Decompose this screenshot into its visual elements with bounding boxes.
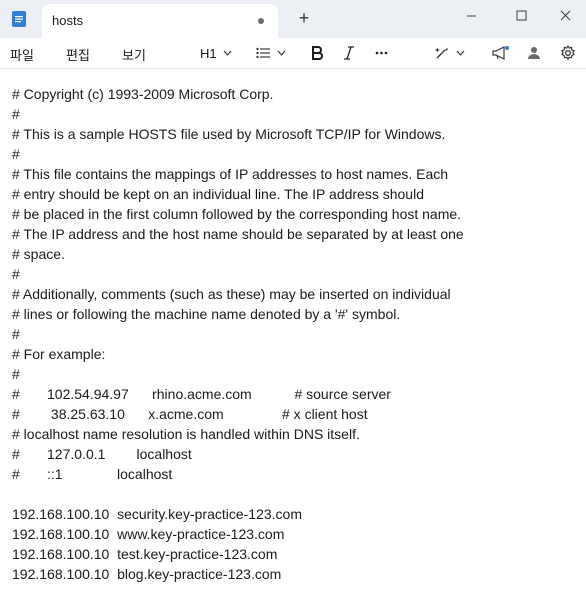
- text-line: # ::1 localhost: [12, 466, 173, 482]
- text-line: 192.168.100.10 test.key-practice-123.com: [12, 546, 278, 562]
- minimize-button[interactable]: [448, 0, 494, 30]
- text-line: #: [12, 146, 20, 162]
- menu-bar: 파일 편집 보기 H1: [0, 38, 586, 69]
- menu-file[interactable]: 파일: [10, 45, 34, 64]
- heading-label: H1: [200, 45, 217, 61]
- text-line: #: [12, 266, 20, 282]
- chevron-down-icon: [456, 50, 465, 56]
- list-dropdown[interactable]: [256, 43, 286, 63]
- title-bar: hosts +: [0, 0, 586, 38]
- text-line: # localhost name resolution is handled w…: [12, 426, 360, 442]
- more-options-button[interactable]: [375, 43, 388, 63]
- bulleted-list-icon: [256, 47, 270, 59]
- text-line: 192.168.100.10 www.key-practice-123.com: [12, 526, 285, 542]
- italic-icon: [344, 46, 354, 60]
- close-button[interactable]: [542, 0, 586, 30]
- bold-button[interactable]: [311, 43, 323, 63]
- text-line: # This file contains the mappings of IP …: [12, 166, 449, 182]
- chevron-down-icon: [277, 50, 286, 56]
- italic-button[interactable]: [343, 43, 355, 63]
- megaphone-icon: [492, 45, 509, 60]
- bold-icon: [312, 46, 323, 60]
- gear-icon: [561, 45, 575, 61]
- text-line: # 102.54.94.97 rhino.acme.com # source s…: [12, 386, 391, 402]
- text-line: #: [12, 106, 20, 122]
- minimize-icon: [466, 15, 476, 16]
- announcements-button[interactable]: [492, 43, 509, 63]
- text-line: # Additionally, comments (such as these)…: [12, 286, 451, 302]
- text-line: 192.168.100.10 blog.key-practice-123.com: [12, 566, 282, 582]
- unsaved-indicator-icon[interactable]: [258, 18, 264, 24]
- account-button[interactable]: [528, 43, 540, 63]
- menu-view[interactable]: 보기: [122, 45, 146, 64]
- text-line: # 127.0.0.1 localhost: [12, 446, 192, 462]
- close-icon: [560, 10, 570, 20]
- more-icon: [375, 51, 388, 55]
- text-line: #: [12, 326, 20, 342]
- text-line: [12, 484, 578, 504]
- new-tab-button[interactable]: +: [296, 9, 312, 27]
- tab-title: hosts: [52, 13, 84, 28]
- text-line: 192.168.100.10 security.key-practice-123…: [12, 506, 303, 522]
- pen-sparkle-icon: [435, 47, 448, 59]
- text-line: # The IP address and the host name shoul…: [12, 226, 464, 242]
- menu-edit[interactable]: 편집: [66, 45, 90, 64]
- person-icon: [528, 47, 540, 59]
- text-line: # This is a sample HOSTS file used by Mi…: [12, 126, 446, 142]
- text-editor[interactable]: # Copyright (c) 1993-2009 Microsoft Corp…: [12, 84, 578, 584]
- notepad-app-icon: [12, 11, 26, 27]
- text-line: # 38.25.63.10 x.acme.com # x client host: [12, 406, 368, 422]
- text-line: # entry should be kept on an individual …: [12, 186, 424, 202]
- tab-hosts[interactable]: hosts: [42, 4, 278, 38]
- chevron-down-icon: [223, 50, 232, 56]
- maximize-icon: [516, 10, 526, 20]
- rewrite-dropdown[interactable]: [435, 43, 465, 63]
- text-line: # be placed in the first column followed…: [12, 206, 462, 222]
- text-line: # lines or following the machine name de…: [12, 306, 401, 322]
- text-line: # For example:: [12, 346, 106, 362]
- settings-button[interactable]: [560, 43, 576, 63]
- heading-dropdown[interactable]: H1: [200, 43, 232, 63]
- text-line: #: [12, 366, 20, 382]
- text-line: # Copyright (c) 1993-2009 Microsoft Corp…: [12, 86, 274, 102]
- text-line: # space.: [12, 246, 65, 262]
- maximize-button[interactable]: [498, 0, 544, 30]
